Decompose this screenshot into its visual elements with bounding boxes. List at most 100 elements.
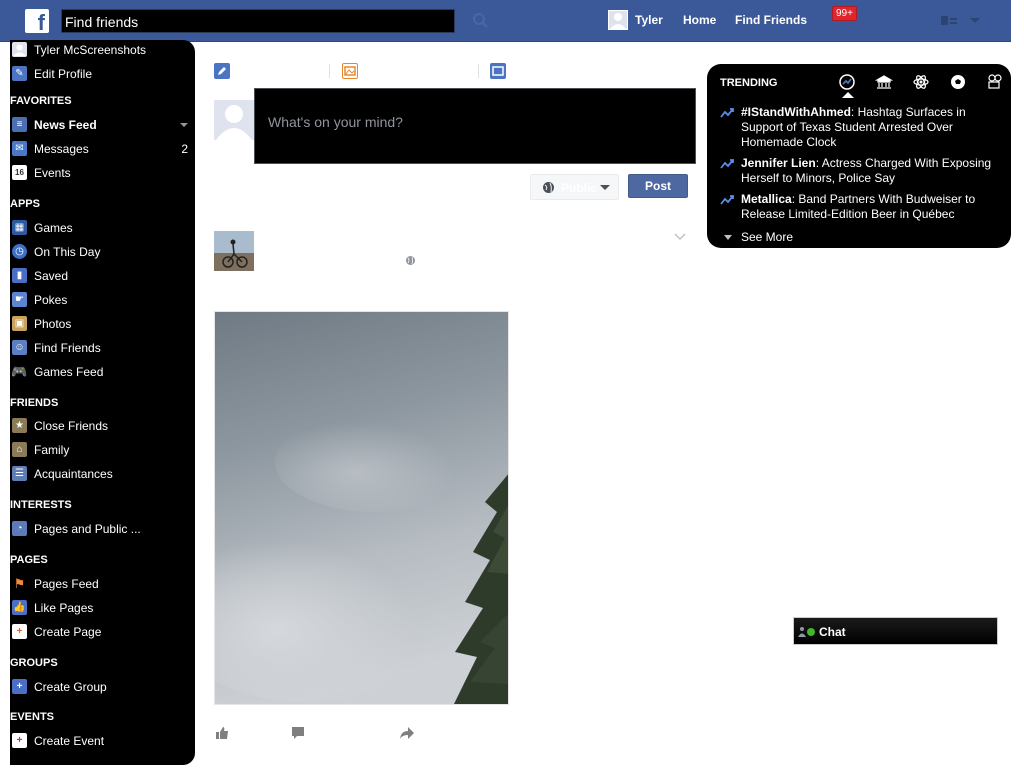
entertainment-film-camera-icon[interactable] xyxy=(986,73,1004,91)
sidebar-item-news-feed[interactable]: ≡ News Feed xyxy=(10,115,195,135)
default-avatar-icon xyxy=(216,105,252,140)
sidebar-item-on-this-day[interactable]: ◷ On This Day xyxy=(10,242,195,262)
status-composer[interactable] xyxy=(254,88,696,164)
composer-tab-photo-icon[interactable] xyxy=(342,63,358,79)
story-options-chevron-down-icon[interactable] xyxy=(674,232,686,242)
sports-soccer-ball-icon[interactable] xyxy=(949,73,967,91)
pencil-icon: ✎ xyxy=(12,66,27,81)
chat-sidebar-toggle[interactable]: Chat xyxy=(793,617,998,645)
notifications-badge[interactable]: 99+ xyxy=(832,6,857,21)
sidebar-item-family[interactable]: ⌂ Family xyxy=(10,440,195,460)
create-page-plus-icon: + xyxy=(12,624,27,639)
profile-avatar[interactable] xyxy=(608,10,628,30)
sidebar-item-games[interactable]: ▦ Games xyxy=(10,218,195,238)
chevron-down-icon xyxy=(600,185,610,190)
default-avatar-icon xyxy=(610,13,626,29)
sidebar-item-close-friends[interactable]: ★ Close Friends xyxy=(10,416,195,436)
sidebar-item-acquaintances[interactable]: ☰ Acquaintances xyxy=(10,464,195,484)
trending-see-more-link[interactable]: See More xyxy=(720,230,793,244)
profile-avatar-icon xyxy=(12,42,27,57)
sidebar-item-events[interactable]: 16 Events xyxy=(10,163,195,183)
news-feed-options-chevron-icon[interactable] xyxy=(180,123,188,127)
sidebar-item-label: Photos xyxy=(34,317,72,331)
trending-top-icon[interactable] xyxy=(838,73,856,91)
poke-hand-icon: ☛ xyxy=(12,292,27,307)
sidebar-item-label: Pages Feed xyxy=(34,577,99,591)
comment-bubble-icon[interactable] xyxy=(291,726,305,740)
sidebar-item-label: Saved xyxy=(34,269,69,283)
account-menu-chevron-down-icon[interactable] xyxy=(969,17,981,25)
sidebar-item-label: Close Friends xyxy=(34,419,109,433)
events-heading: EVENTS xyxy=(10,711,55,723)
sidebar-item-like-pages[interactable]: 👍 Like Pages xyxy=(10,598,195,618)
sidebar-item-label: Pages and Public ... xyxy=(34,522,141,536)
feed-rss-icon: ◔ xyxy=(12,521,27,536)
composer-avatar xyxy=(214,100,254,140)
story-photo[interactable] xyxy=(214,311,509,705)
politics-capitol-icon[interactable] xyxy=(875,73,893,91)
selected-category-indicator xyxy=(842,92,854,98)
trending-item[interactable]: Jennifer Lien: Actress Charged With Expo… xyxy=(720,156,1002,186)
sidebar-item-create-page[interactable]: + Create Page xyxy=(10,622,195,642)
like-thumbs-up-icon[interactable] xyxy=(215,726,229,740)
apps-heading: APPS xyxy=(10,198,40,210)
calendar-icon: 16 xyxy=(12,165,27,180)
sidebar-item-label: Messages xyxy=(34,142,89,156)
sidebar-item-messages[interactable]: ✉ Messages 2 xyxy=(10,139,195,159)
status-input[interactable] xyxy=(255,89,695,163)
sidebar-item-find-friends[interactable]: ☺ Find Friends xyxy=(10,338,195,358)
clock-icon: ◷ xyxy=(12,244,27,259)
sidebar-item-label: Create Event xyxy=(34,734,105,748)
share-arrow-icon[interactable] xyxy=(399,726,415,740)
top-navigation-bar: f Tyler Home Find Friends 99+ xyxy=(0,0,1011,42)
home-link[interactable]: Home xyxy=(683,13,716,27)
story-author-avatar[interactable] xyxy=(214,231,254,271)
sidebar-item-saved[interactable]: ▮ Saved xyxy=(10,266,195,286)
facebook-logo-icon[interactable]: f xyxy=(25,9,49,33)
sidebar-item-games-feed[interactable]: 🎮 Games Feed xyxy=(10,362,195,382)
globe-icon xyxy=(543,182,554,193)
search-icon[interactable] xyxy=(471,11,491,31)
composer-tab-album-icon[interactable] xyxy=(490,63,506,79)
privacy-shortcuts-icon[interactable] xyxy=(940,14,958,28)
sidebar-item-label: Find Friends xyxy=(34,341,101,355)
trending-item[interactable]: Metallica: Band Partners With Budweiser … xyxy=(720,192,1002,222)
sidebar-item-photos[interactable]: ▣ Photos xyxy=(10,314,195,334)
composer-tab-status-pencil-icon[interactable] xyxy=(214,63,230,79)
sidebar-item-pages-and-public[interactable]: ◔ Pages and Public ... xyxy=(10,519,195,539)
games-icon: ▦ xyxy=(12,220,27,235)
privacy-selector-label: Public xyxy=(561,181,598,195)
trending-item[interactable]: #IStandWithAhmed: Hashtag Surfaces in Su… xyxy=(720,105,1002,150)
sidebar-item-label: Family xyxy=(34,443,70,457)
sidebar-item-pages-feed[interactable]: ⚑ Pages Feed xyxy=(10,574,195,594)
trending-arrow-icon xyxy=(720,195,734,205)
science-atom-icon[interactable] xyxy=(912,73,930,91)
sidebar-item-create-group[interactable]: + Create Group xyxy=(10,677,195,697)
messages-icon: ✉ xyxy=(12,141,27,156)
post-button[interactable]: Post xyxy=(628,174,688,198)
sidebar-item-label: Events xyxy=(34,166,71,180)
trending-arrow-icon xyxy=(720,159,734,169)
trending-topic[interactable]: Jennifer Lien xyxy=(741,156,816,170)
sidebar-item-pokes[interactable]: ☛ Pokes xyxy=(10,290,195,310)
sidebar-item-profile[interactable]: Tyler McScreenshots xyxy=(10,40,195,60)
photos-icon: ▣ xyxy=(12,316,27,331)
sidebar-item-edit-profile[interactable]: ✎ Edit Profile xyxy=(10,64,195,84)
search-box[interactable] xyxy=(61,9,455,33)
trending-topic[interactable]: Metallica xyxy=(741,192,792,206)
sidebar-item-create-event[interactable]: + Create Event xyxy=(10,731,195,751)
profile-name-link[interactable]: Tyler xyxy=(635,13,663,27)
search-input[interactable] xyxy=(62,10,454,32)
sidebar-item-label: Games xyxy=(34,221,73,235)
chevron-down-icon xyxy=(724,234,732,240)
sidebar-item-label: Acquaintances xyxy=(34,467,113,481)
composer-tab-divider xyxy=(329,64,330,78)
find-friends-link[interactable]: Find Friends xyxy=(735,13,807,27)
sidebar-item-label: Tyler McScreenshots xyxy=(34,43,147,57)
sidebar-item-label: News Feed xyxy=(34,118,97,132)
find-friends-icon: ☺ xyxy=(12,340,27,355)
trending-topic[interactable]: #IStandWithAhmed xyxy=(741,105,851,119)
thumbs-up-icon: 👍 xyxy=(12,600,27,615)
friends-heading: FRIENDS xyxy=(10,397,59,409)
privacy-selector-button[interactable]: Public xyxy=(530,174,619,200)
